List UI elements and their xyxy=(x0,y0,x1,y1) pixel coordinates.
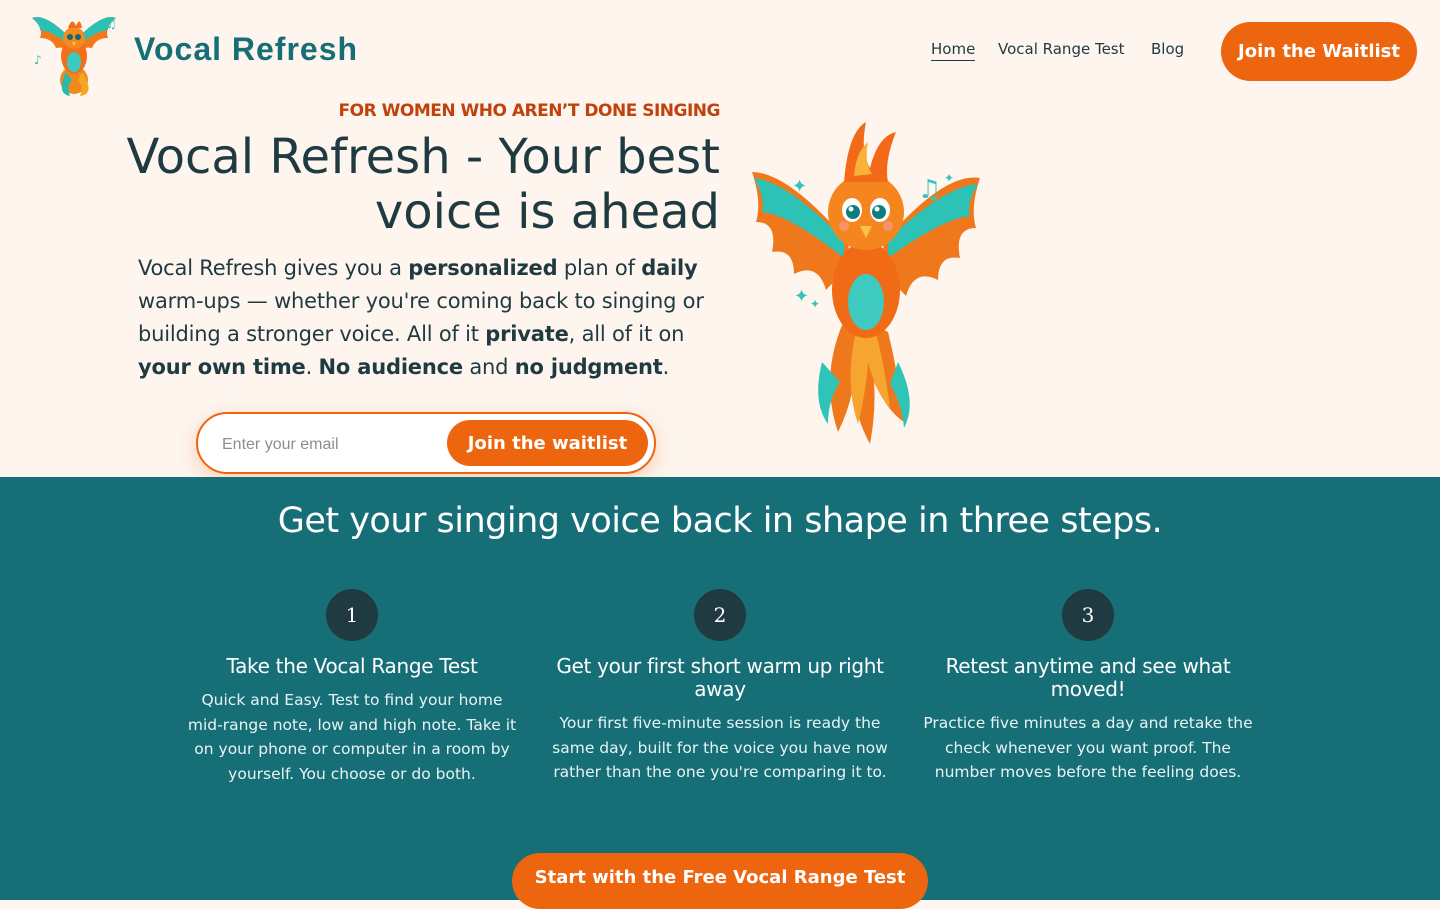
desc-text: and xyxy=(462,355,515,379)
hero-eyebrow: FOR WOMEN WHO AREN’T DONE SINGING xyxy=(338,101,721,121)
step-description: Quick and Easy. Test to find your home m… xyxy=(187,691,517,783)
desc-emphasis: no judgment xyxy=(514,355,663,379)
step-number-badge: 3 xyxy=(1062,589,1114,641)
svg-text:✦: ✦ xyxy=(792,176,807,197)
step-title: Retest anytime and see what moved! xyxy=(945,654,1231,701)
svg-text:♫: ♫ xyxy=(918,175,941,205)
desc-emphasis: personalized xyxy=(408,256,558,280)
steps-title: Get your singing voice back in shape in … xyxy=(277,501,1163,541)
join-waitlist-submit-button[interactable]: Join the waitlist xyxy=(447,420,648,466)
desc-emphasis: daily xyxy=(641,256,698,280)
svg-text:♪: ♪ xyxy=(34,53,42,67)
svg-text:✦: ✦ xyxy=(944,171,954,185)
nav-vocal-range-test[interactable]: Vocal Range Test xyxy=(998,40,1125,58)
email-input[interactable] xyxy=(220,432,444,458)
desc-text: plan of xyxy=(557,256,642,280)
step-title: Take the Vocal Range Test xyxy=(226,654,478,678)
step-card-2: 2 Get your first short warm up right awa… xyxy=(550,589,890,785)
desc-emphasis: private xyxy=(485,322,569,346)
step-card-1: 1 Take the Vocal Range Test Quick and Ea… xyxy=(182,589,522,786)
hero-title: Vocal Refresh - Your best voice is ahead xyxy=(126,129,720,240)
step-description: Your first five-minute session is ready … xyxy=(552,714,888,781)
desc-text: . xyxy=(662,355,670,379)
steps-section: Get your singing voice back in shape in … xyxy=(0,477,1440,909)
svg-text:✦: ✦ xyxy=(794,286,809,307)
site-header: ♪ ♫ Vocal Refresh Home Vocal Range Test … xyxy=(0,0,1440,100)
waitlist-form: Join the waitlist xyxy=(196,412,656,474)
step-number-badge: 2 xyxy=(694,589,746,641)
step-description: Practice five minutes a day and retake t… xyxy=(923,714,1253,781)
desc-text: Vocal Refresh gives you a xyxy=(138,256,409,280)
desc-emphasis: No audience xyxy=(318,355,464,379)
svg-text:✦: ✦ xyxy=(810,297,820,311)
hero-description: Vocal Refresh gives you a personalized p… xyxy=(138,252,723,384)
join-waitlist-button[interactable]: Join the Waitlist xyxy=(1221,22,1417,81)
phoenix-mascot-icon: ✦ ✦ ✦ ♫ ✦ xyxy=(752,122,980,444)
desc-text: . xyxy=(305,355,319,379)
step-title: Get your first short warm up right away xyxy=(556,654,884,701)
step-card-3: 3 Retest anytime and see what moved! Pra… xyxy=(918,589,1258,785)
start-free-vocal-range-test-button[interactable]: Start with the Free Vocal Range Test xyxy=(512,853,928,909)
desc-emphasis: your own time xyxy=(138,355,306,379)
phoenix-logo-icon[interactable]: ♪ ♫ xyxy=(26,2,122,98)
step-number-badge: 1 xyxy=(326,589,378,641)
nav-blog[interactable]: Blog xyxy=(1151,40,1184,58)
svg-text:♫: ♫ xyxy=(106,17,117,31)
desc-text: , all of it on xyxy=(568,322,685,346)
nav-home[interactable]: Home xyxy=(931,40,976,61)
brand-name[interactable]: Vocal Refresh xyxy=(134,31,358,68)
